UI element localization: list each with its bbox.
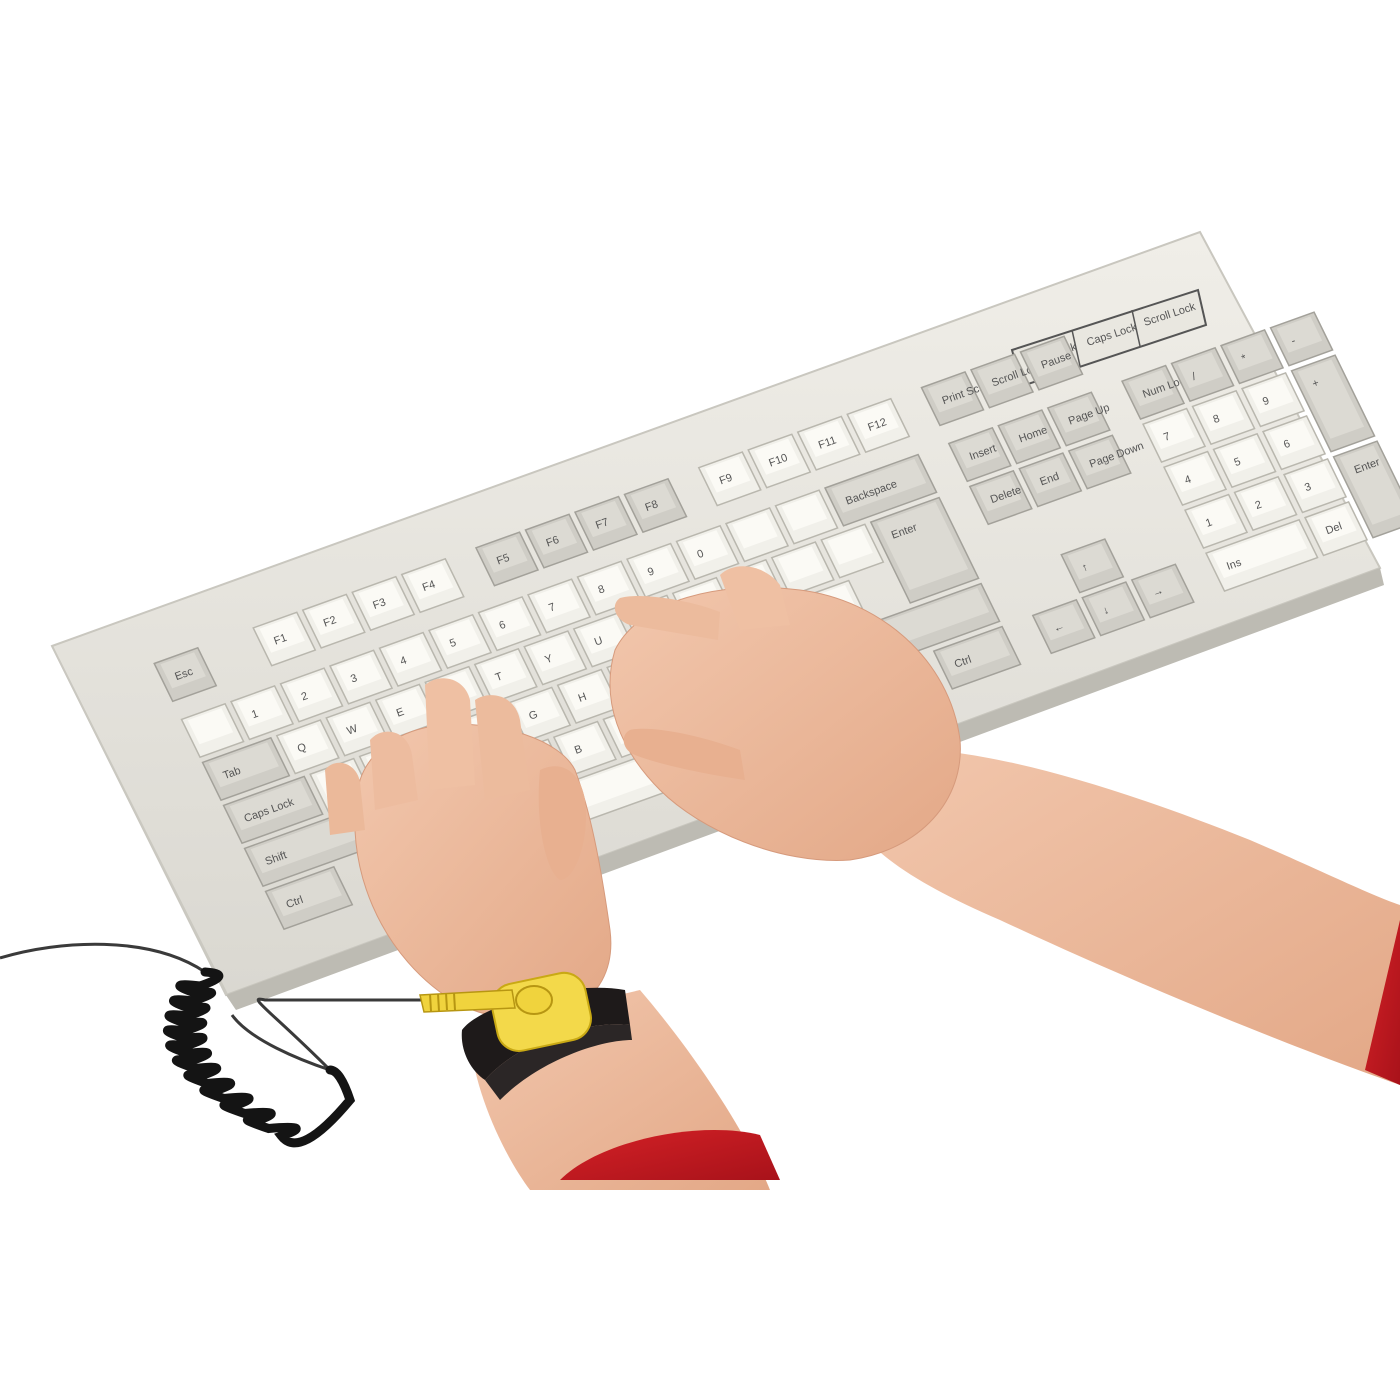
ground-plug [419,989,516,1013]
left-finger-middle [425,678,475,790]
key-minus-pad: - [1269,311,1334,367]
wrist-strap-snap [515,985,553,1015]
ground-cord [0,942,430,1148]
keyboard-photo-scene: Num Lock Caps Lock Scroll Lock EscF1F2F3… [0,230,1400,1190]
